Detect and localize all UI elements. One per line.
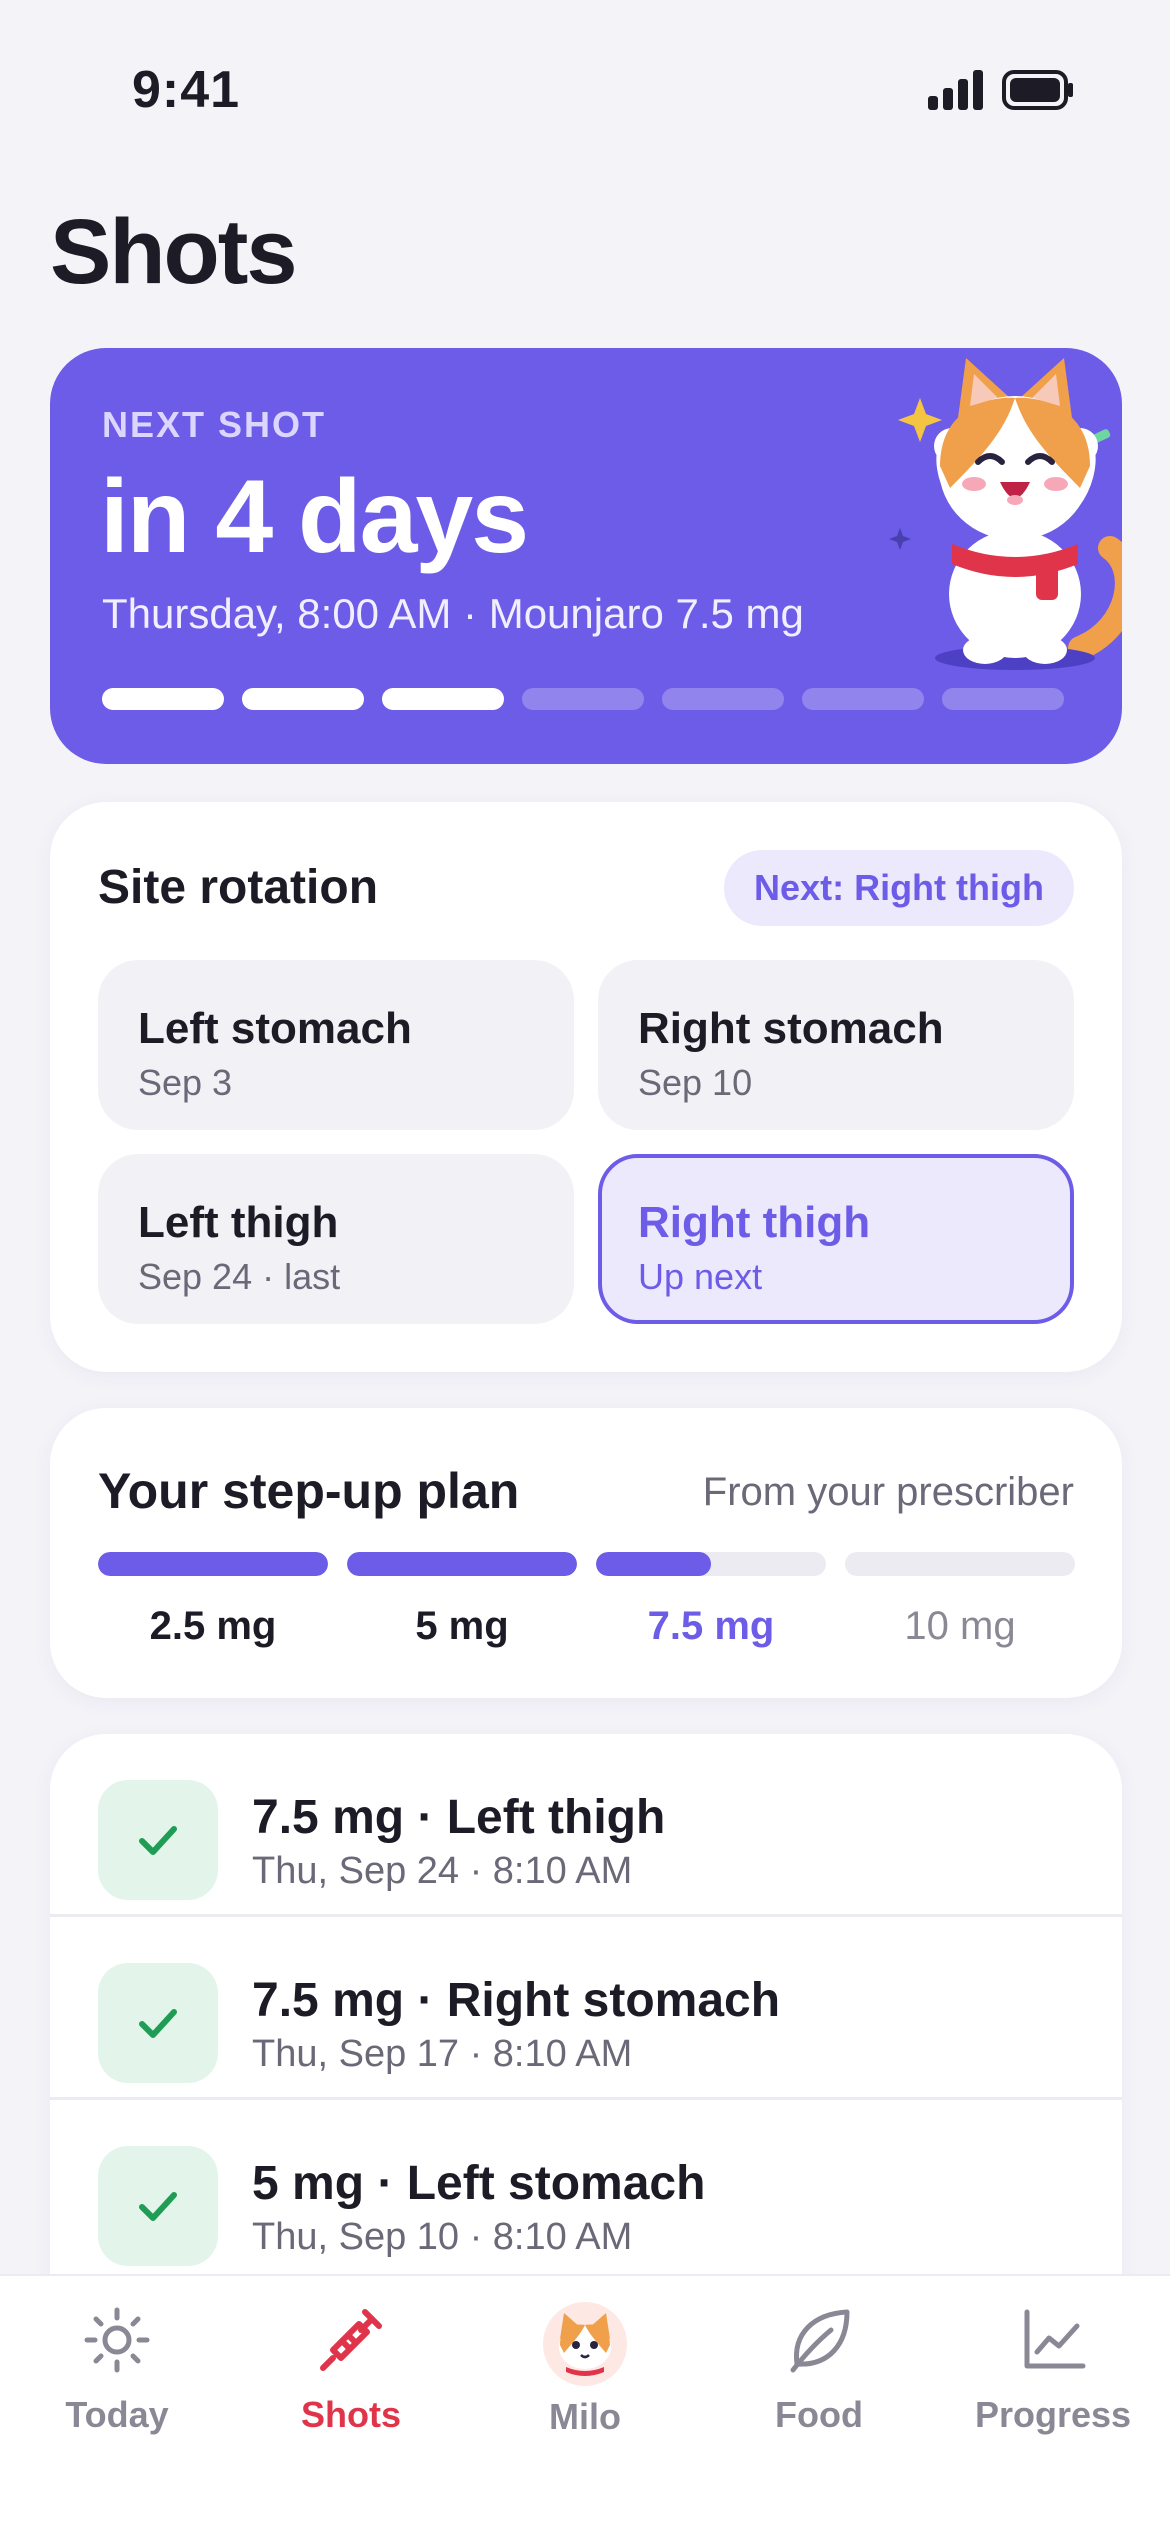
leaf-icon <box>790 2309 850 2373</box>
plan-step: 5 mg <box>347 1552 577 1649</box>
dose-dot-done <box>382 688 504 710</box>
plan-step-bar <box>347 1552 577 1576</box>
plan-step-fill <box>98 1552 328 1576</box>
site-name: Right thigh <box>638 1198 871 1247</box>
tab-label: Today <box>65 2394 169 2435</box>
cat-mascot-icon <box>889 358 1122 670</box>
status-time: 9:41 <box>132 61 241 119</box>
step-up-plan-card: Your step-up plan From your prescriber 2… <box>50 1408 1122 1698</box>
site-date: Sep 3 <box>138 1062 233 1103</box>
plan-step-label: 10 mg <box>904 1604 1016 1648</box>
site-rotation-title: Site rotation <box>98 861 379 914</box>
site-name: Left stomach <box>138 1004 412 1053</box>
plan-step-fill <box>596 1552 711 1576</box>
plan-step-bar <box>845 1552 1075 1576</box>
dose-dot-done <box>102 688 224 710</box>
list-item[interactable]: 5 mg · Left stomach Thu, Sep 10 · 8:10 A… <box>50 2100 1122 2283</box>
history-timestamp: Thu, Sep 24 · 8:10 AM <box>252 1850 633 1892</box>
dose-dot-pending <box>522 688 644 710</box>
dose-dot-done <box>242 688 364 710</box>
tab-label: Food <box>775 2394 863 2435</box>
history-title: 5 mg · Left stomach <box>252 2157 706 2210</box>
signal-icon <box>928 70 983 110</box>
plan-step-label: 5 mg <box>415 1604 509 1648</box>
tab-progress[interactable]: Progress <box>936 2276 1170 2476</box>
dose-dot-pending <box>662 688 784 710</box>
history-title: 7.5 mg · Right stomach <box>252 1974 781 2027</box>
plan-step: 10 mg <box>845 1552 1075 1649</box>
check-icon <box>98 2146 218 2266</box>
plan-step-bar <box>98 1552 328 1576</box>
next-shot-detail: Thursday, 8:00 AM · Mounjaro 7.5 mg <box>102 590 804 637</box>
check-icon <box>98 1780 218 1900</box>
history-timestamp: Thu, Sep 10 · 8:10 AM <box>252 2216 633 2258</box>
plan-step-label: 2.5 mg <box>149 1604 277 1648</box>
tab-milo[interactable]: Milo <box>468 2276 702 2476</box>
site-date: Sep 24 · last <box>138 1256 341 1297</box>
site-date: Sep 10 <box>638 1062 753 1103</box>
check-icon <box>98 1963 218 2083</box>
plan-step-label: 7.5 mg <box>647 1604 775 1648</box>
tab-today[interactable]: Today <box>0 2276 234 2476</box>
list-item[interactable]: 7.5 mg · Left thigh Thu, Sep 24 · 8:10 A… <box>50 1734 1122 1917</box>
tab-shots[interactable]: Shots <box>234 2276 468 2476</box>
page-title: Shots <box>50 201 298 303</box>
site-right-thigh[interactable]: Right thigh Up next <box>598 1154 1074 1324</box>
site-date: Up next <box>638 1256 763 1297</box>
plan-title: Your step-up plan <box>98 1463 520 1519</box>
syringe-icon <box>320 2309 382 2371</box>
site-grid: Left stomach Sep 3 Right stomach Sep 10 … <box>98 960 1074 1324</box>
history-timestamp: Thu, Sep 17 · 8:10 AM <box>252 2033 633 2075</box>
plan-steps: 2.5 mg 5 mg 7.5 mg 10 mg <box>98 1552 1075 1649</box>
list-item[interactable]: 7.5 mg · Right stomach Thu, Sep 17 · 8:1… <box>50 1917 1122 2100</box>
tab-bar: Today Shots Milo Food Progress <box>0 2274 1170 2532</box>
site-rotation-card: Site rotation Next: Right thigh Left sto… <box>50 802 1122 1372</box>
site-left-stomach[interactable]: Left stomach Sep 3 <box>98 960 574 1130</box>
battery-icon <box>1002 70 1073 110</box>
site-name: Left thigh <box>138 1198 339 1247</box>
sun-icon <box>84 2307 150 2373</box>
shot-history-list: 7.5 mg · Left thigh Thu, Sep 24 · 8:10 A… <box>50 1734 1122 2334</box>
plan-step-bar <box>596 1552 826 1576</box>
next-site-badge: Next: Right thigh <box>724 850 1074 926</box>
chart-icon <box>1024 2309 1086 2369</box>
plan-note: From your prescriber <box>702 1470 1074 1514</box>
tab-label: Progress <box>974 2394 1132 2435</box>
next-shot-eyebrow: NEXT SHOT <box>102 404 327 445</box>
tab-label: Shots <box>300 2394 401 2435</box>
tab-label: Milo <box>549 2396 621 2437</box>
cat-avatar-icon <box>543 2302 627 2386</box>
history-title: 7.5 mg · Left thigh <box>252 1791 666 1844</box>
next-shot-countdown: in 4 days <box>100 459 529 575</box>
site-right-stomach[interactable]: Right stomach Sep 10 <box>598 960 1074 1130</box>
next-shot-card[interactable]: NEXT SHOT in 4 days Thursday, 8:00 AM · … <box>50 348 1122 764</box>
plan-step: 2.5 mg <box>98 1552 328 1649</box>
plan-step: 7.5 mg <box>596 1552 826 1649</box>
status-bar: 9:41 <box>0 0 1170 180</box>
site-left-thigh[interactable]: Left thigh Sep 24 · last <box>98 1154 574 1324</box>
site-name: Right stomach <box>638 1004 944 1053</box>
tab-food[interactable]: Food <box>702 2276 936 2476</box>
plan-step-fill <box>347 1552 577 1576</box>
